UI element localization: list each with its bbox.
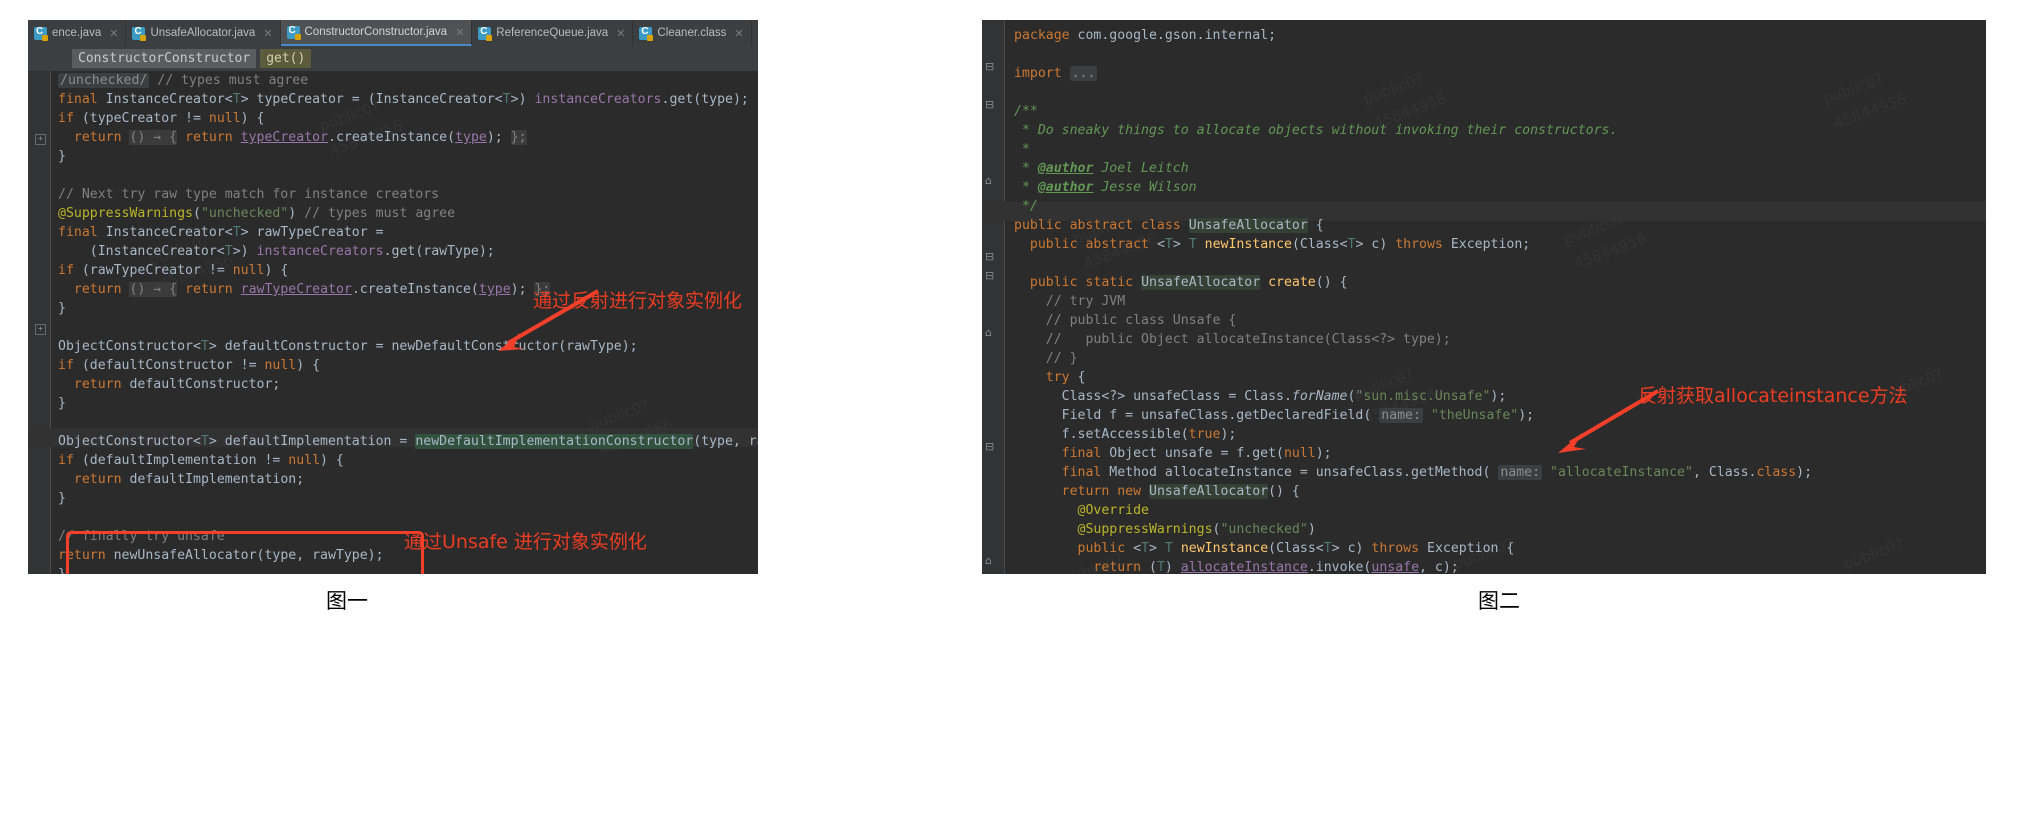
- code-content-right: package com.google.gson.internal; import…: [1014, 26, 1986, 574]
- annotation-text-unsafe: 通过Unsafe 进行对象实例化: [404, 527, 647, 554]
- breadcrumb: ConstructorConstructor get(): [28, 46, 758, 71]
- tab-label: ConstructorConstructor.java: [305, 26, 448, 38]
- fold-collapse-icon[interactable]: ⊟: [985, 269, 994, 282]
- fold-collapse-icon[interactable]: ⌂: [985, 554, 992, 567]
- annotation-text-reflection: 通过反射进行对象实例化: [533, 286, 742, 313]
- tab-reference-java[interactable]: ence.java ✕: [28, 20, 126, 46]
- code-content-left: /unchecked/ // types must agreefinal Ins…: [58, 71, 758, 574]
- fold-expand-icon[interactable]: +: [35, 324, 46, 335]
- java-file-icon: [287, 26, 300, 39]
- tab-label: ence.java: [52, 27, 101, 39]
- java-file-icon: [639, 27, 652, 40]
- fold-expand-icon[interactable]: +: [35, 134, 46, 145]
- close-icon[interactable]: ✕: [263, 27, 272, 40]
- close-icon[interactable]: ✕: [734, 27, 743, 40]
- caption-figure-two: 图二: [1478, 585, 1520, 615]
- close-icon[interactable]: ✕: [109, 27, 118, 40]
- gutter-divider: [50, 71, 51, 574]
- tab-label: ReferenceQueue.java: [496, 27, 608, 39]
- fold-collapse-icon[interactable]: ⌂: [985, 174, 992, 187]
- fold-collapse-icon[interactable]: ⊟: [985, 440, 994, 453]
- fold-collapse-icon[interactable]: ⊟: [985, 250, 994, 263]
- close-icon[interactable]: ✕: [455, 26, 464, 39]
- tab-label: Cleaner.class: [657, 27, 726, 39]
- editor-gutter[interactable]: [28, 71, 50, 574]
- editor-window-right: public0? 45844956 public0? 45844956 publ…: [982, 20, 1986, 574]
- java-file-icon: [132, 27, 145, 40]
- java-file-icon: [478, 27, 491, 40]
- annotation-text-allocate: 反射获取allocateinstance方法: [1638, 381, 1908, 408]
- fold-collapse-icon[interactable]: ⌂: [985, 326, 992, 339]
- close-icon[interactable]: ✕: [616, 27, 625, 40]
- code-editor-right[interactable]: public0? 45844956 public0? 45844956 publ…: [982, 20, 1986, 574]
- tab-cleaner-class[interactable]: Cleaner.class ✕: [633, 20, 751, 46]
- tab-constructorconstructor-java[interactable]: ConstructorConstructor.java ✕: [281, 20, 473, 46]
- java-file-icon: [34, 27, 47, 40]
- caption-figure-one: 图一: [326, 585, 368, 615]
- breadcrumb-method[interactable]: get(): [260, 49, 311, 68]
- tab-referencequeue-java[interactable]: ReferenceQueue.java ✕: [472, 20, 633, 46]
- fold-collapse-icon[interactable]: ⊟: [985, 60, 994, 73]
- tab-unsafeallocator-java[interactable]: UnsafeAllocator.java ✕: [126, 20, 280, 46]
- editor-tabstrip-left: ence.java ✕ UnsafeAllocator.java ✕ Const…: [28, 20, 758, 46]
- tab-label: UnsafeAllocator.java: [150, 27, 255, 39]
- screenshot-root: ence.java ✕ UnsafeAllocator.java ✕ Const…: [0, 0, 2018, 814]
- annotation-box-unsafe: [66, 531, 424, 574]
- fold-collapse-icon[interactable]: ⊟: [985, 98, 994, 111]
- gutter-divider: [1004, 20, 1005, 574]
- code-editor-left[interactable]: public0? 45844956 public0? 45844956 publ…: [28, 71, 758, 574]
- breadcrumb-class[interactable]: ConstructorConstructor: [72, 49, 256, 68]
